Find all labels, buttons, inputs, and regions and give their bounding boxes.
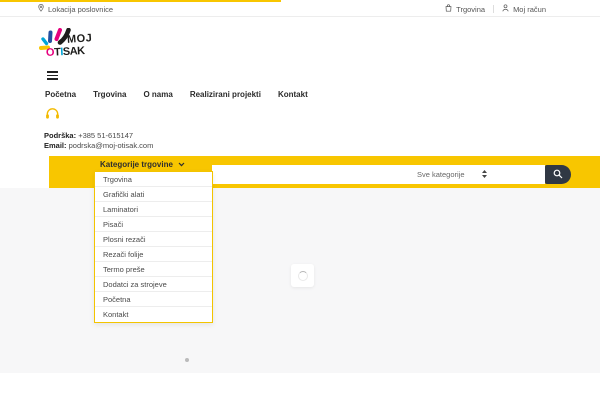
dropdown-item[interactable]: Pisači bbox=[95, 217, 212, 232]
logo-letter: K bbox=[76, 44, 85, 58]
chevron-down-icon bbox=[178, 160, 185, 169]
main-content bbox=[0, 188, 600, 373]
logo-text-line1: MOJ bbox=[66, 32, 93, 46]
support-email-label: Email: bbox=[44, 140, 67, 150]
nav-item[interactable]: Realizirani projekti bbox=[190, 90, 261, 99]
dropdown-item[interactable]: Plosni rezači bbox=[95, 232, 212, 247]
user-icon bbox=[502, 4, 509, 14]
location-label: Lokacija poslovnice bbox=[48, 4, 114, 14]
search-category-select[interactable]: Sve kategorije bbox=[417, 165, 487, 184]
support-phone-value[interactable]: +385 51-615147 bbox=[78, 131, 133, 140]
up-down-arrows-icon bbox=[481, 169, 487, 180]
nav-item[interactable]: Kontakt bbox=[278, 90, 308, 99]
nav-item[interactable]: Trgovina bbox=[93, 90, 126, 99]
logo[interactable]: MOJ OTISAK bbox=[37, 28, 107, 70]
topbar-shop-label: Trgovina bbox=[456, 4, 486, 14]
dropdown-item[interactable]: Grafički alati bbox=[95, 187, 212, 202]
dropdown-item[interactable]: Dodatci za strojeve bbox=[95, 277, 212, 292]
topbar-account-label: Moj račun bbox=[513, 4, 546, 14]
location-link[interactable]: Lokacija poslovnice bbox=[38, 4, 113, 14]
search-icon bbox=[553, 167, 563, 182]
shopping-bag-icon bbox=[445, 4, 452, 14]
category-dropdown-label: Kategorije trgovine bbox=[100, 159, 173, 169]
topbar: Lokacija poslovnice Trgovina Moj račun bbox=[0, 2, 600, 17]
support-phone-line: Podrška: +385 51-615147 bbox=[44, 131, 153, 141]
topbar-shop-link[interactable]: Trgovina bbox=[445, 4, 485, 14]
loading-card bbox=[291, 264, 314, 287]
dropdown-item[interactable]: Trgovina bbox=[95, 172, 212, 187]
hamburger-menu-icon[interactable] bbox=[47, 71, 58, 82]
support-email-line: Email: podrska@moj-otisak.com bbox=[44, 141, 153, 151]
support-email-value[interactable]: podrska@moj-otisak.com bbox=[69, 141, 154, 150]
slider-pagination-dot[interactable] bbox=[185, 358, 189, 362]
support-phone-label: Podrška: bbox=[44, 131, 77, 140]
progress-bar bbox=[0, 0, 281, 2]
headset-icon bbox=[44, 108, 61, 126]
dropdown-item[interactable]: Kontakt bbox=[95, 307, 212, 322]
page: Lokacija poslovnice Trgovina Moj račun M… bbox=[0, 0, 600, 400]
main-nav: Početna Trgovina O nama Realizirani projekt… bbox=[45, 90, 308, 99]
nav-item[interactable]: O nama bbox=[143, 90, 172, 99]
dropdown-item[interactable]: Laminatori bbox=[95, 202, 212, 217]
map-pin-icon bbox=[38, 4, 44, 14]
topbar-account-link[interactable]: Moj račun bbox=[502, 4, 546, 14]
dropdown-item[interactable]: Početna bbox=[95, 292, 212, 307]
support-block: Podrška: +385 51-615147 Email: podrska@m… bbox=[44, 105, 153, 150]
category-dropdown-toggle[interactable]: Kategorije trgovine bbox=[100, 156, 185, 172]
nav-item[interactable]: Početna bbox=[45, 90, 76, 99]
search-category-selected: Sve kategorije bbox=[417, 170, 465, 179]
dropdown-item[interactable]: Rezači folije bbox=[95, 247, 212, 262]
category-dropdown-menu: Trgovina Grafički alati Laminatori Pisači Pl… bbox=[94, 171, 213, 323]
loading-spinner-icon bbox=[297, 270, 308, 281]
dropdown-item[interactable]: Termo preše bbox=[95, 262, 212, 277]
topbar-divider bbox=[493, 5, 495, 13]
search-button[interactable] bbox=[545, 165, 571, 184]
search-input[interactable] bbox=[212, 165, 545, 184]
logo-text-line2: OTISAK bbox=[46, 45, 85, 59]
